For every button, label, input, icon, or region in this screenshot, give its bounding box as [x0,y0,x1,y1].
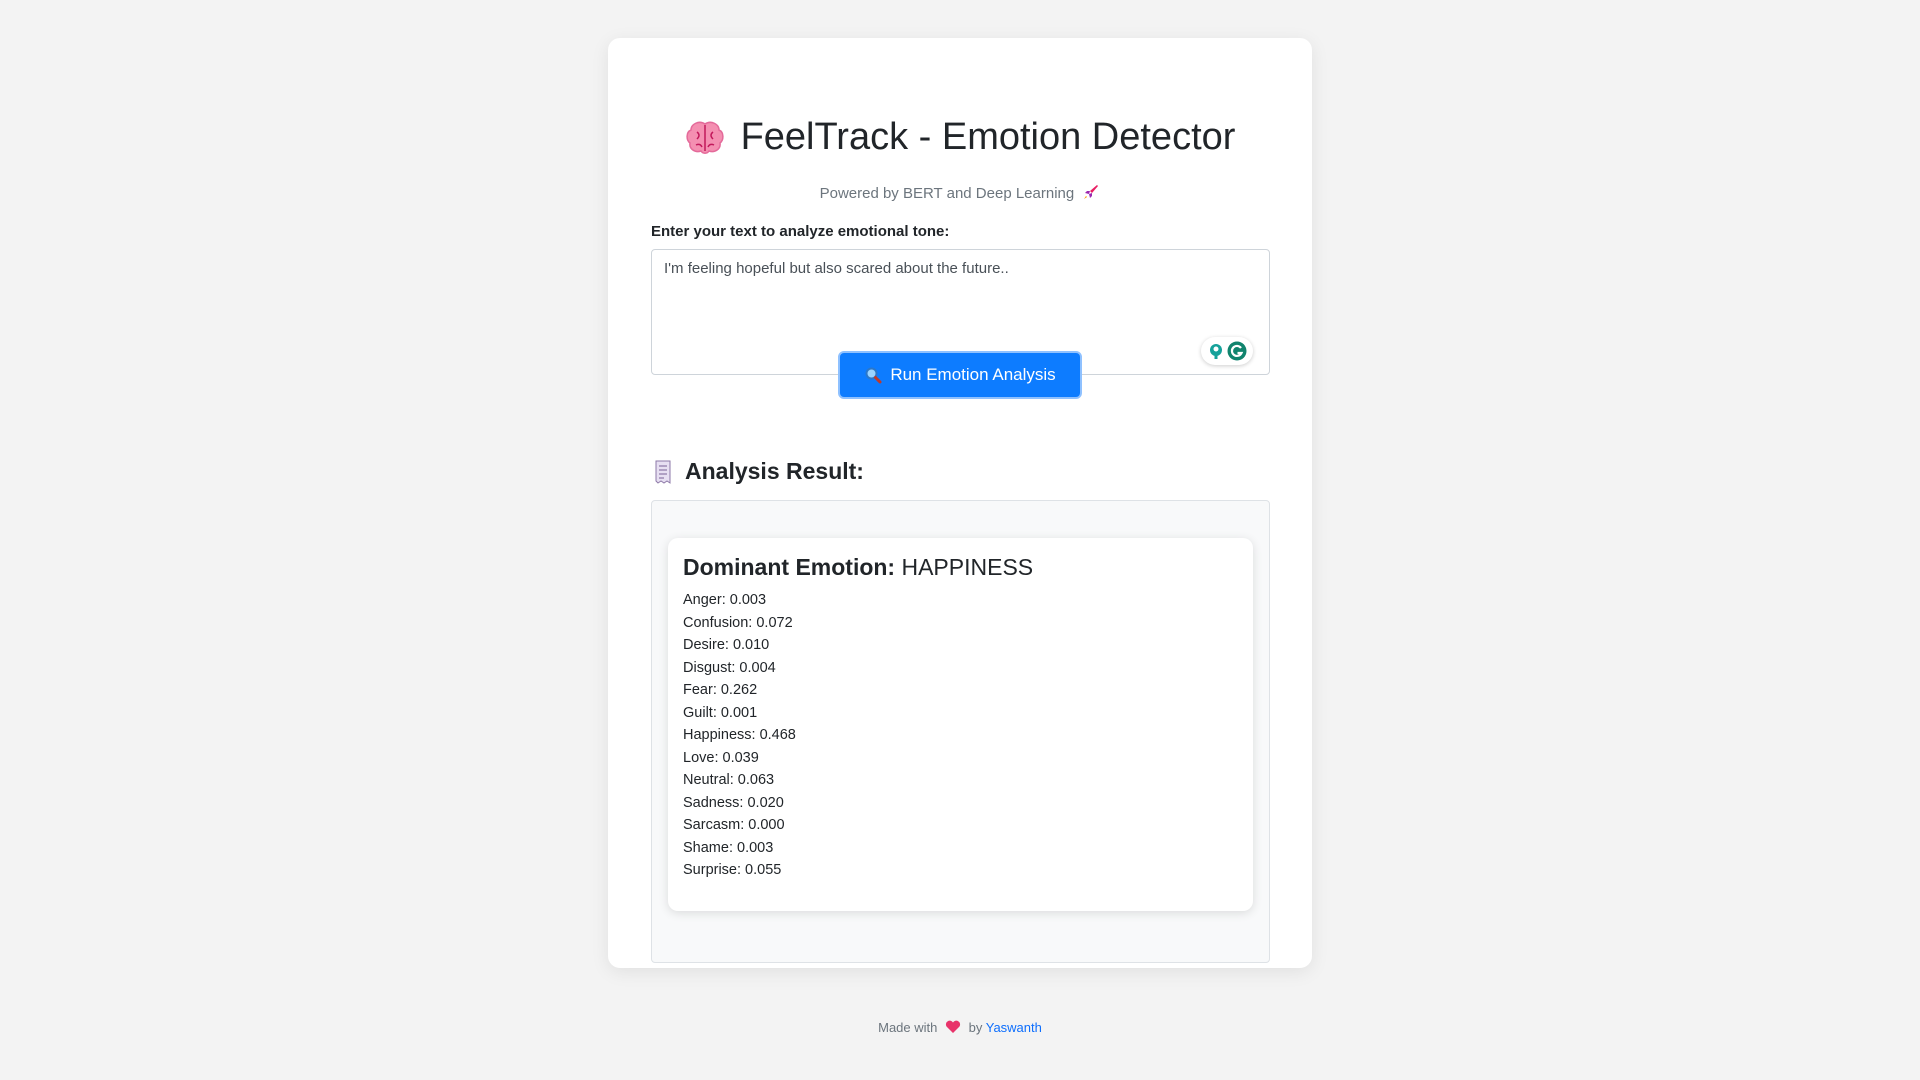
dominant-emotion-value: HAPPINESS [901,554,1034,580]
input-label: Enter your text to analyze emotional ton… [651,223,950,240]
footer-made-with: Made with [878,1020,938,1035]
emotion-score-confusion: Confusion: 0.072 [683,614,793,631]
run-analysis-button-label: Run Emotion Analysis [890,365,1056,384]
page-title: FeelTrack - Emotion Detector [608,116,1312,159]
heart-icon [945,1020,961,1033]
main-card: FeelTrack - Emotion Detector Powered by … [608,38,1312,968]
dominant-emotion: Dominant Emotion: HAPPINESS [683,554,1238,581]
page-title-text: FeelTrack - Emotion Detector [740,116,1236,158]
emotion-score-love: Love: 0.039 [683,749,759,766]
run-analysis-button[interactable]: Run Emotion Analysis [838,351,1082,399]
grammarly-widget[interactable] [1201,337,1253,365]
emotion-score-fear: Fear: 0.262 [683,682,758,698]
subtitle: Powered by BERT and Deep Learning [608,184,1312,202]
emotion-score-disgust: Disgust: 0.004 [683,659,776,676]
emotion-score-list: Anger: 0.003 Confusion: 0.072 Desire: 0.… [683,589,1238,882]
emotion-score-happiness: Happiness: 0.468 [683,727,796,743]
rocket-icon [1084,185,1099,199]
result-container: Dominant Emotion: HAPPINESS Anger: 0.003… [651,500,1270,963]
magnifier-icon [865,367,882,384]
result-heading: Analysis Result: [653,458,864,485]
subtitle-text: Powered by BERT and Deep Learning [819,185,1075,202]
receipt-icon [655,460,671,484]
lightbulb-icon[interactable] [1207,342,1225,360]
footer-by: by [968,1020,983,1035]
author-link[interactable]: Yaswanth [986,1020,1042,1035]
emotion-score-sarcasm: Sarcasm: 0.000 [683,817,785,833]
emotion-score-neutral: Neutral: 0.063 [683,772,775,788]
dominant-emotion-label: Dominant Emotion: [683,554,896,580]
result-heading-text: Analysis Result: [685,458,864,484]
emotion-score-shame: Shame: 0.003 [683,839,774,856]
emotion-score-guilt: Guilt: 0.001 [683,704,758,721]
result-card: Dominant Emotion: HAPPINESS Anger: 0.003… [668,538,1253,911]
grammarly-icon[interactable] [1227,341,1247,361]
emotion-score-sadness: Sadness: 0.020 [683,794,784,811]
emotion-score-surprise: Surprise: 0.055 [683,862,782,878]
emotion-score-anger: Anger: 0.003 [683,592,767,608]
footer: Made with by Yaswanth [0,1020,1920,1035]
brain-icon [685,121,724,154]
emotion-score-desire: Desire: 0.010 [683,637,770,653]
